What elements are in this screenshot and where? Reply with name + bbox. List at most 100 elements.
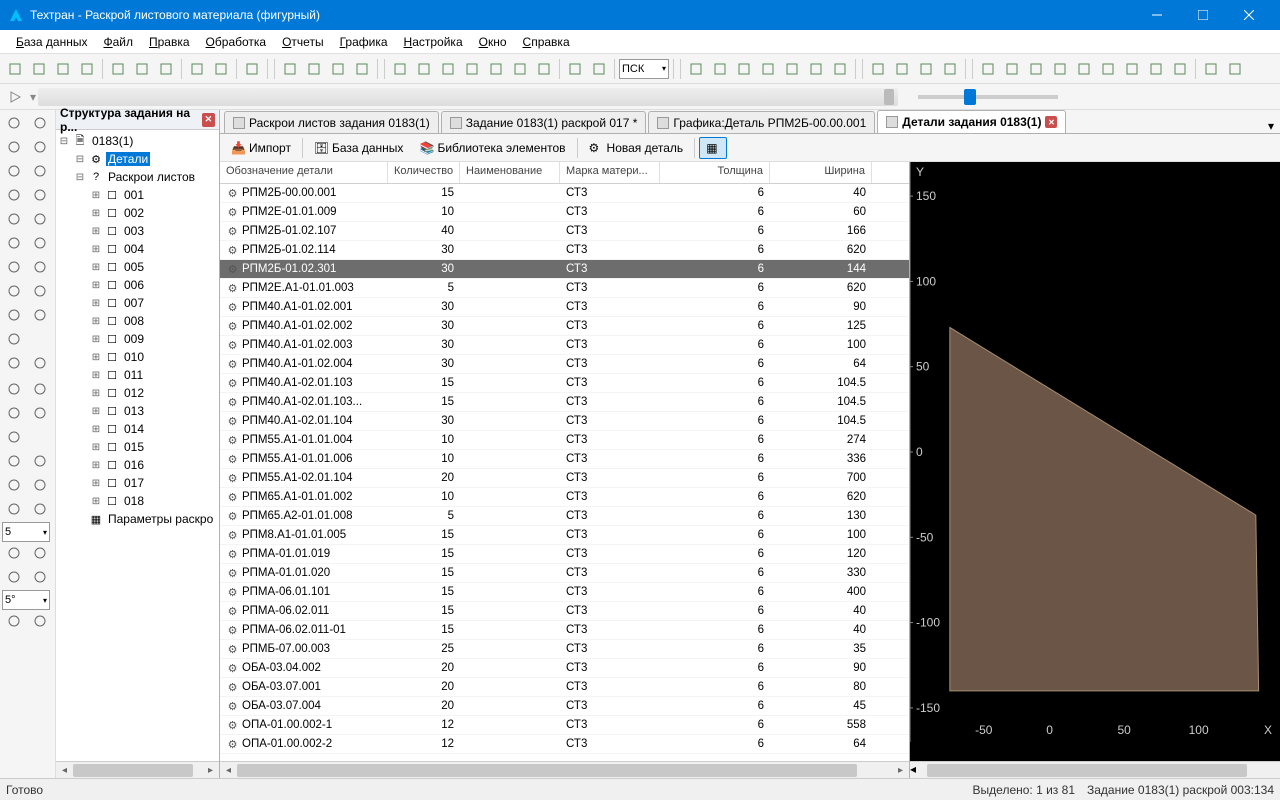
preview-canvas[interactable]: Y150100500-50-100-150-50050100X	[910, 162, 1280, 761]
menu-Отчеты[interactable]: Отчеты	[274, 32, 332, 52]
table-row[interactable]: ⚙РПМА-06.01.10115СТ36400	[220, 583, 909, 602]
document-tab[interactable]: Раскрои листов задания 0183(1)	[224, 111, 439, 133]
nav-btn-2[interactable]	[733, 58, 755, 80]
curve-tool[interactable]	[2, 208, 26, 230]
new-part-button[interactable]: ⚙Новая деталь	[582, 137, 691, 159]
menu-Обработка[interactable]: Обработка	[198, 32, 275, 52]
arc-tool[interactable]	[2, 184, 26, 206]
tree-node[interactable]: ⊞☐010	[58, 348, 217, 366]
document-tab[interactable]: Задание 0183(1) раскрой 017 *	[441, 111, 647, 133]
move-icon[interactable]	[2, 450, 26, 472]
tree-node[interactable]: ⊞☐006	[58, 276, 217, 294]
point-tool[interactable]	[2, 112, 26, 134]
close-button[interactable]	[1226, 0, 1272, 30]
tree-node[interactable]: ⊞☐017	[58, 474, 217, 492]
text2-icon[interactable]	[28, 280, 52, 302]
minimize-button[interactable]	[1134, 0, 1180, 30]
database-button[interactable]: 🗄База данных	[307, 137, 410, 159]
size-combo[interactable]: 5▾	[2, 522, 50, 542]
arcs-tool[interactable]	[28, 184, 52, 206]
table-row[interactable]: ⚙РПМБ-07.00.00325СТ3635	[220, 640, 909, 659]
zoom-btn-1[interactable]	[303, 58, 325, 80]
align-btn-0[interactable]	[867, 58, 889, 80]
tree-node[interactable]: ⊞☐016	[58, 456, 217, 474]
down2-icon[interactable]	[28, 498, 52, 520]
h2-arrow-icon[interactable]	[28, 542, 52, 564]
nav-btn-1[interactable]	[709, 58, 731, 80]
library-button[interactable]: 📚Библиотека элементов	[412, 137, 572, 159]
preview-hscroll[interactable]: ◂▸	[910, 761, 1280, 778]
nav-btn-4[interactable]	[781, 58, 803, 80]
table-row[interactable]: ⚙РПМ40.А1-01.02.00130СТ3690	[220, 298, 909, 317]
table-row[interactable]: ⚙РПМ2Б-01.02.10740СТ36166	[220, 222, 909, 241]
tool-btn-3[interactable]	[1049, 58, 1071, 80]
tool-btn-6[interactable]	[1121, 58, 1143, 80]
table-row[interactable]: ⚙РПМ2Б-00.00.00115СТ3640	[220, 184, 909, 203]
tool-btn-1[interactable]	[1001, 58, 1023, 80]
menu-Графика[interactable]: Графика	[332, 32, 396, 52]
tree-node[interactable]: ⊞☐004	[58, 240, 217, 258]
nav-btn-3[interactable]	[757, 58, 779, 80]
col-thickness[interactable]: Толщина	[660, 162, 770, 183]
menu-Справка[interactable]: Справка	[515, 32, 578, 52]
file-btn-0[interactable]	[4, 58, 26, 80]
table-row[interactable]: ⚙РПМА-01.01.01915СТ36120	[220, 545, 909, 564]
circle-tool[interactable]	[2, 160, 26, 182]
circles-tool[interactable]	[28, 160, 52, 182]
menu-База данных[interactable]: База данных	[8, 32, 95, 52]
table-row[interactable]: ⚙РПМ40.А1-01.02.00330СТ36100	[220, 336, 909, 355]
view-btn-1[interactable]	[413, 58, 435, 80]
job-tree[interactable]: ⊟🗎0183(1)⊟⚙Детали⊟?Раскрои листов⊞☐001⊞☐…	[56, 130, 219, 761]
zoom-btn-0[interactable]	[279, 58, 301, 80]
progress-slider[interactable]	[38, 88, 898, 106]
rot1-icon[interactable]	[2, 610, 26, 632]
table-row[interactable]: ⚙ОПА-01.00.002-212СТ3664	[220, 735, 909, 754]
col-designation[interactable]: Обозначение детали	[220, 162, 388, 183]
table-row[interactable]: ⚙РПМ40.А1-01.02.00230СТ36125	[220, 317, 909, 336]
menu-Настройка[interactable]: Настройка	[396, 32, 471, 52]
edit-btn-0[interactable]	[107, 58, 129, 80]
line-tool[interactable]	[2, 136, 26, 158]
tree-node[interactable]: ⊞☐002	[58, 204, 217, 222]
table-row[interactable]: ⚙РПМА-06.02.011-0115СТ3640	[220, 621, 909, 640]
curves-tool[interactable]	[28, 208, 52, 230]
align-btn-2[interactable]	[915, 58, 937, 80]
tree-node[interactable]: ⊞☐011	[58, 366, 217, 384]
tool-btn-4[interactable]	[1073, 58, 1095, 80]
table-row[interactable]: ⚙РПМ2Е.А1-01.01.0035СТ36620	[220, 279, 909, 298]
coord-system-select[interactable]: ПСК ▾	[619, 59, 669, 79]
tree-node[interactable]: ⊞☐003	[58, 222, 217, 240]
copy-icon[interactable]	[28, 402, 52, 424]
part-tool[interactable]	[2, 232, 26, 254]
menu-Правка[interactable]: Правка	[141, 32, 198, 52]
down-icon[interactable]	[2, 498, 26, 520]
h-arrow-icon[interactable]	[2, 542, 26, 564]
view-btn-3[interactable]	[461, 58, 483, 80]
label-icon[interactable]	[2, 328, 26, 350]
right-arrow-icon[interactable]	[28, 474, 52, 496]
dim-tool[interactable]	[2, 256, 26, 278]
tool-btn-2[interactable]	[1025, 58, 1047, 80]
play-button[interactable]	[4, 86, 26, 108]
tree-node[interactable]: ⊞☐014	[58, 420, 217, 438]
table-row[interactable]: ⚙РПМ8.А1-01.01.00515СТ36100	[220, 526, 909, 545]
gear-icon[interactable]	[2, 378, 26, 400]
left-arrow-icon[interactable]	[2, 474, 26, 496]
view-btn-2[interactable]	[437, 58, 459, 80]
table-row[interactable]: ⚙РПМ65.А1-01.01.00210СТ36620	[220, 488, 909, 507]
grid-btn-1[interactable]	[588, 58, 610, 80]
v2-arrow-icon[interactable]	[28, 566, 52, 588]
tool-btn-0[interactable]	[977, 58, 999, 80]
table-row[interactable]: ⚙РПМ55.А1-01.01.00610СТ36336	[220, 450, 909, 469]
parts-tool[interactable]	[28, 232, 52, 254]
flag-icon[interactable]	[2, 426, 26, 448]
eraser-icon[interactable]	[28, 378, 52, 400]
align-btn-1[interactable]	[891, 58, 913, 80]
zoom-btn-2[interactable]	[327, 58, 349, 80]
nav-btn-0[interactable]	[685, 58, 707, 80]
menu-Окно[interactable]: Окно	[471, 32, 515, 52]
table-row[interactable]: ⚙РПМ2Б-01.02.11430СТ36620	[220, 241, 909, 260]
tree-node[interactable]: ⊞☐015	[58, 438, 217, 456]
table-row[interactable]: ⚙РПМ40.А1-01.02.00430СТ3664	[220, 355, 909, 374]
maximize-button[interactable]	[1180, 0, 1226, 30]
